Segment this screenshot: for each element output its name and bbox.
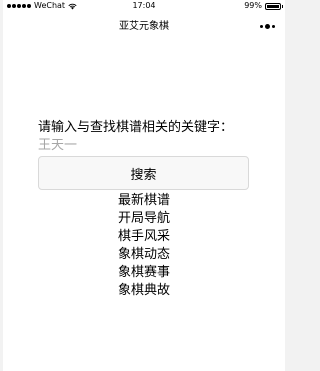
more-dot <box>272 25 275 28</box>
battery-percent: 99% <box>244 1 262 10</box>
more-dot <box>260 25 263 28</box>
menu-list: 最新棋谱 开局导航 棋手风采 象棋动态 象棋赛事 象棋典故 <box>3 192 285 300</box>
menu-item-chess-events[interactable]: 象棋赛事 <box>3 264 285 282</box>
search-prompt: 请输入与查找棋谱相关的关键字： <box>38 120 234 135</box>
page-title: 亚艾元象棋 <box>119 21 169 32</box>
nav-bar: 亚艾元象棋 <box>3 12 285 44</box>
more-dot <box>265 24 270 29</box>
menu-item-latest-games[interactable]: 最新棋谱 <box>3 192 285 210</box>
menu-item-player-profiles[interactable]: 棋手风采 <box>3 228 285 246</box>
menu-item-chess-news[interactable]: 象棋动态 <box>3 246 285 264</box>
keyword-input[interactable] <box>38 137 253 155</box>
menu-item-opening-guide[interactable]: 开局导航 <box>3 210 285 228</box>
more-icon[interactable] <box>260 24 275 29</box>
phone-screen: WeChat 17:04 99% 亚艾元象棋 请输入与查找棋谱相关的关键字： 搜… <box>3 0 285 371</box>
battery-fill <box>267 4 279 8</box>
battery-icon <box>265 2 283 10</box>
status-bar: WeChat 17:04 99% <box>3 0 285 12</box>
status-right: 99% <box>244 0 283 12</box>
search-button[interactable]: 搜索 <box>38 156 249 190</box>
menu-item-chess-stories[interactable]: 象棋典故 <box>3 282 285 300</box>
status-time: 17:04 <box>132 1 156 10</box>
